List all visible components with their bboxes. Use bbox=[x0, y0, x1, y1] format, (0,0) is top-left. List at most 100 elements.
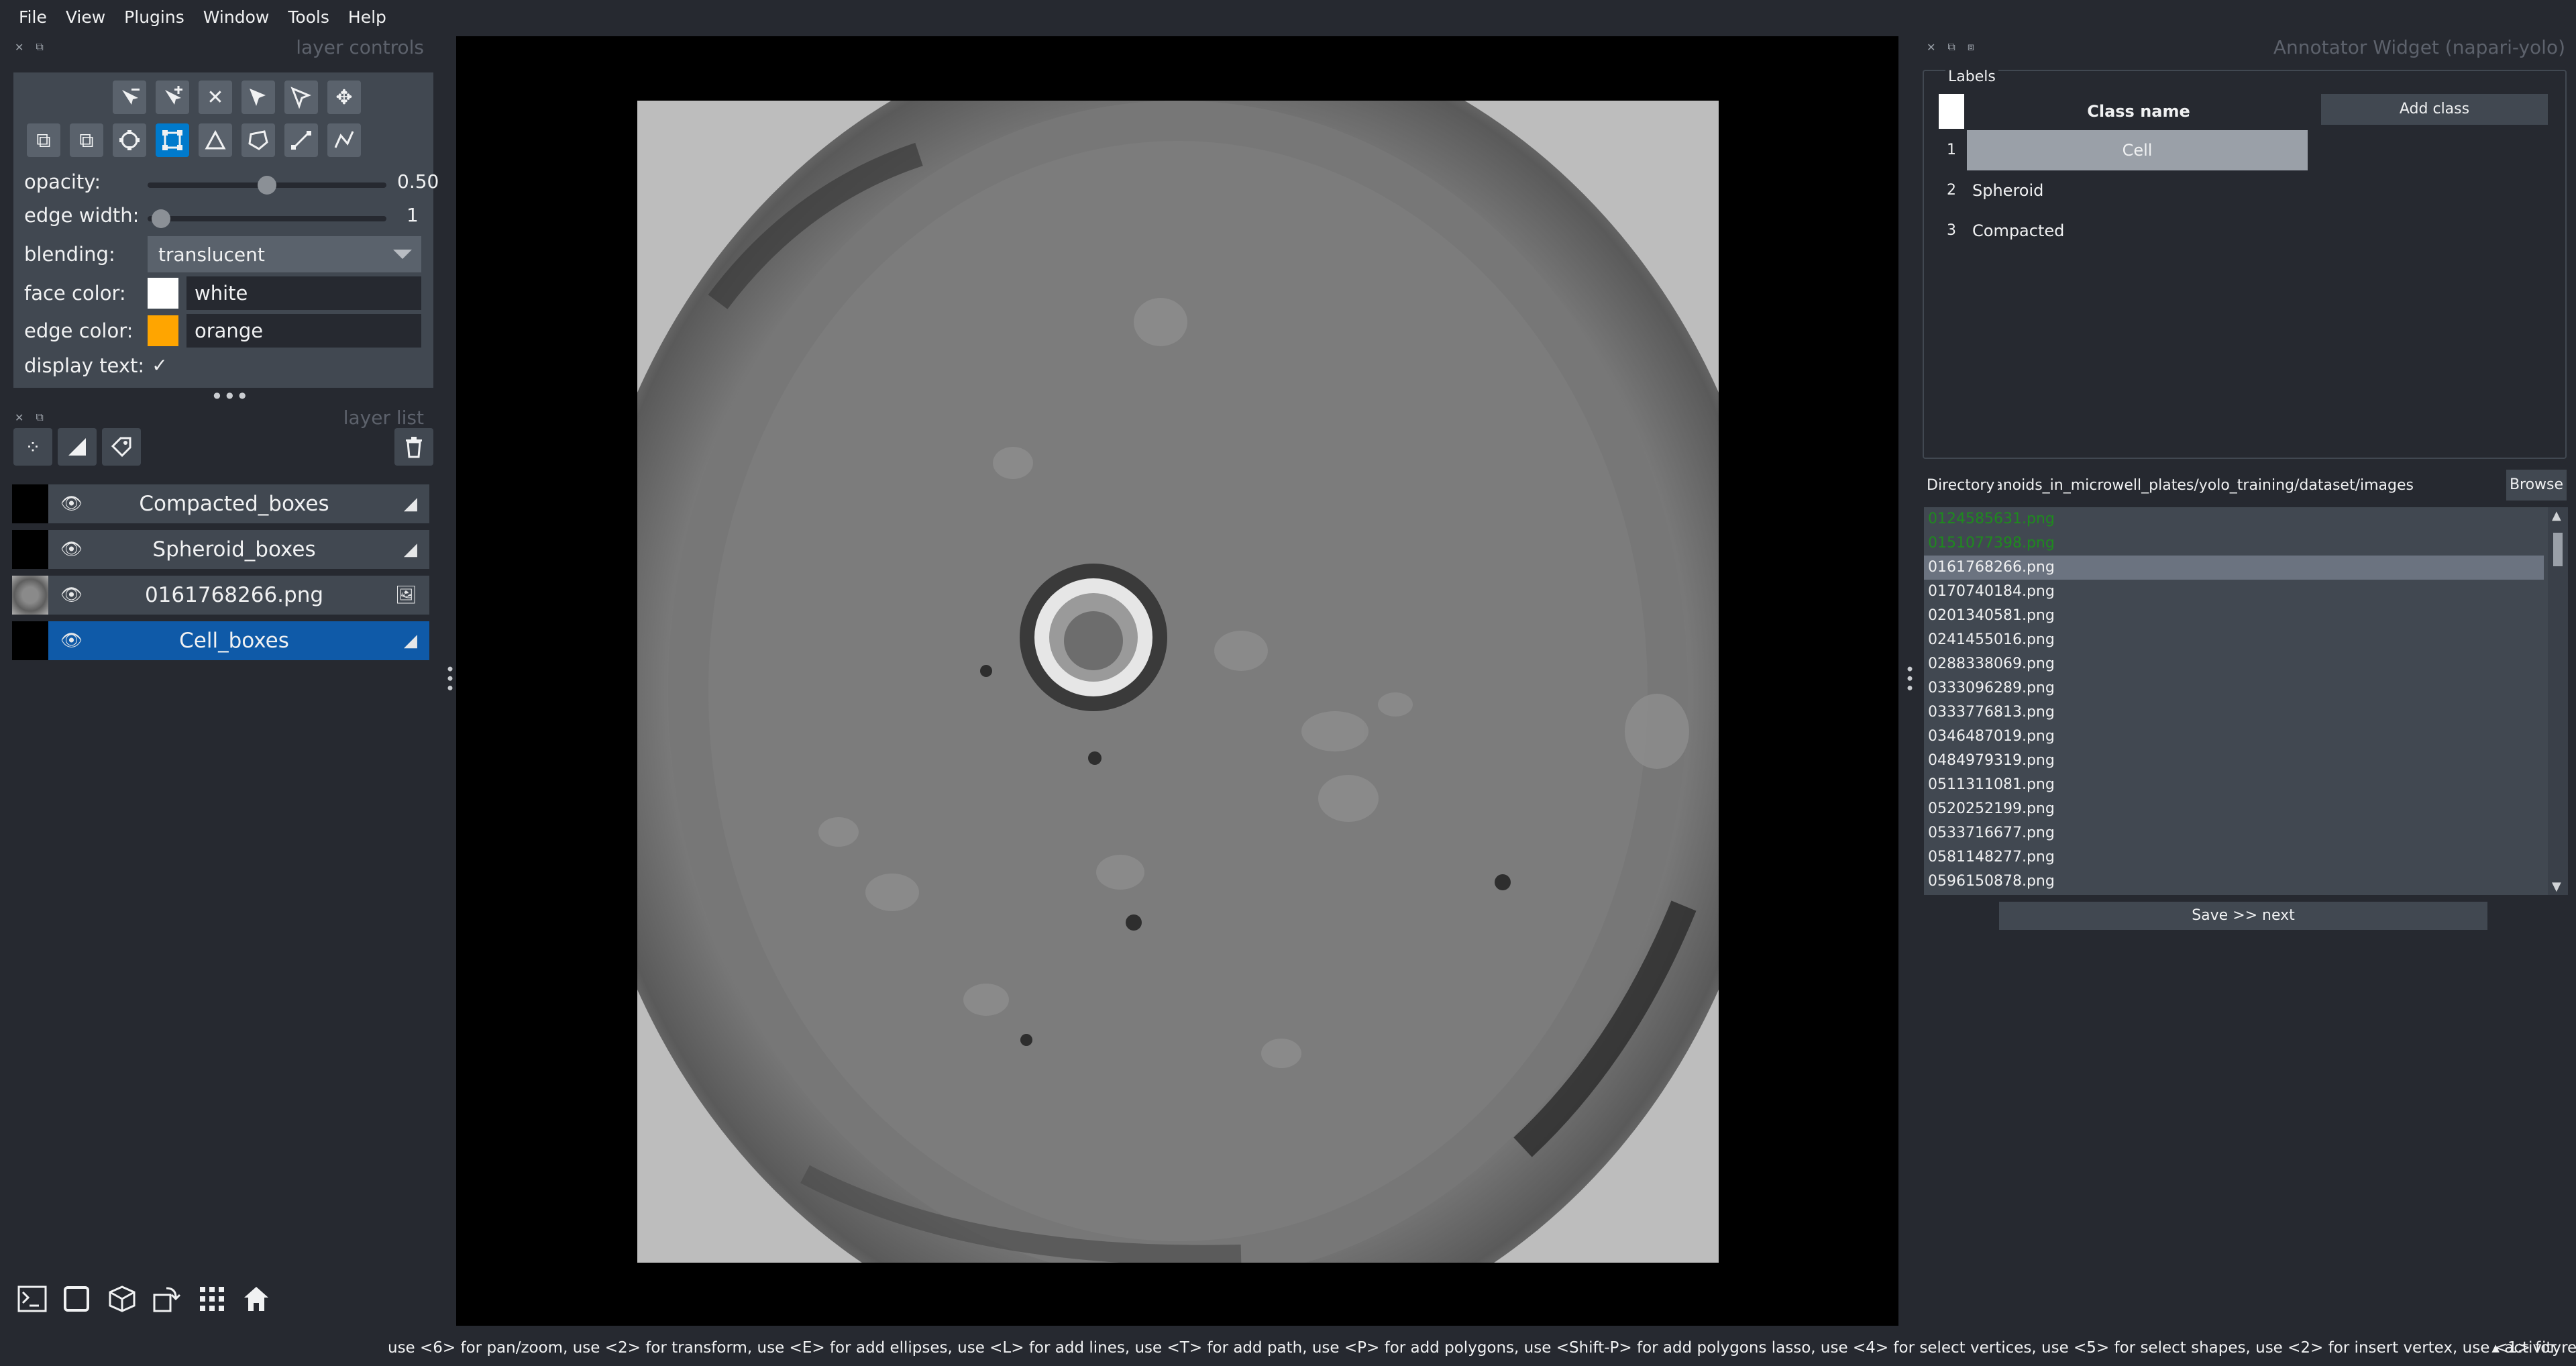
visibility-eye-icon[interactable]: 👁 bbox=[60, 539, 83, 560]
add-path-icon[interactable] bbox=[327, 123, 361, 157]
new-shapes-layer-icon[interactable] bbox=[58, 428, 97, 466]
add-ellipse-icon[interactable] bbox=[113, 123, 146, 157]
delete-layer-icon[interactable] bbox=[394, 428, 433, 466]
file-item[interactable]: 0511311081.png bbox=[1924, 773, 2544, 797]
add-triangle-icon[interactable] bbox=[199, 123, 232, 157]
file-item[interactable]: 0151077398.png bbox=[1924, 531, 2544, 556]
blending-value: translucent bbox=[158, 243, 265, 266]
blending-label: blending: bbox=[24, 243, 115, 266]
browse-button[interactable]: Browse bbox=[2506, 470, 2567, 501]
right-splitter-handle-icon[interactable]: ••• bbox=[1900, 664, 1919, 692]
direct-select-icon[interactable] bbox=[284, 81, 318, 114]
file-item[interactable]: 0596150878.png bbox=[1924, 870, 2544, 894]
right-dock: ✕ ⧉ ⧈ Annotator Widget (napari-yolo) Lab… bbox=[1919, 35, 2576, 1323]
file-item[interactable]: 0170740184.png bbox=[1924, 580, 2544, 604]
edge-color-field[interactable]: orange bbox=[186, 314, 421, 348]
class-cell-cell[interactable]: Cell bbox=[1967, 130, 2308, 170]
file-list[interactable]: 0124585631.png 0151077398.png 0161768266… bbox=[1924, 507, 2568, 895]
directory-path-field[interactable]: projects/121_organoids_in_microwell_plat… bbox=[1998, 472, 2414, 499]
visibility-eye-icon[interactable]: 👁 bbox=[60, 631, 83, 651]
menu-tools[interactable]: Tools bbox=[278, 0, 339, 35]
dock-float-icon[interactable]: ⧉ bbox=[36, 411, 43, 424]
display-text-checkbox[interactable]: ✓ bbox=[148, 353, 172, 377]
dock-pin-icon[interactable]: ⧈ bbox=[1968, 40, 1974, 54]
file-item[interactable]: 0581148277.png bbox=[1924, 845, 2544, 870]
dock-close-icon[interactable]: ✕ bbox=[15, 411, 23, 424]
file-item[interactable]: 0124585631.png bbox=[1924, 507, 2544, 531]
edge-width-value: 1 bbox=[407, 204, 419, 226]
grid-view-icon[interactable] bbox=[193, 1280, 231, 1318]
scrollbar-thumb[interactable] bbox=[2553, 533, 2563, 566]
menu-view[interactable]: View bbox=[56, 0, 115, 35]
file-item[interactable]: 0484979319.png bbox=[1924, 749, 2544, 773]
blending-select[interactable]: translucent bbox=[148, 236, 421, 272]
menu-plugins[interactable]: Plugins bbox=[115, 0, 194, 35]
menu-help[interactable]: Help bbox=[339, 0, 396, 35]
file-item[interactable]: 0520252199.png bbox=[1924, 797, 2544, 821]
table-corner[interactable] bbox=[1939, 94, 1964, 129]
layer-thumbnail bbox=[12, 484, 48, 523]
scroll-up-icon[interactable]: ▲ bbox=[2552, 509, 2561, 523]
activity-label: activity bbox=[2504, 1339, 2561, 1357]
visibility-eye-icon[interactable]: 👁 bbox=[60, 585, 83, 605]
add-line-icon[interactable] bbox=[284, 123, 318, 157]
table-header-class-name[interactable]: Class name bbox=[1966, 94, 2312, 129]
add-polygon-icon[interactable] bbox=[241, 123, 275, 157]
move-back-icon[interactable]: ⧉ bbox=[27, 123, 60, 157]
move-front-icon[interactable]: ⧉ bbox=[70, 123, 103, 157]
pan-zoom-icon[interactable]: ✥ bbox=[327, 81, 361, 114]
menu-window[interactable]: Window bbox=[194, 0, 279, 35]
edge-width-slider-handle[interactable] bbox=[152, 209, 170, 228]
face-color-field[interactable]: white bbox=[186, 276, 421, 310]
add-class-button[interactable]: Add class bbox=[2321, 94, 2548, 125]
scroll-down-icon[interactable]: ▼ bbox=[2552, 880, 2561, 894]
layer-row-spheroid-boxes[interactable]: 👁 Spheroid_boxes ◢ bbox=[12, 530, 429, 569]
visibility-eye-icon[interactable]: 👁 bbox=[60, 494, 83, 514]
layer-row-image[interactable]: 👁 0161768266.png 🖼 bbox=[12, 576, 429, 615]
insert-vertex-icon[interactable] bbox=[156, 81, 189, 114]
row-number[interactable]: 2 bbox=[1939, 170, 1964, 211]
menu-file[interactable]: File bbox=[9, 0, 56, 35]
roll-dims-icon[interactable] bbox=[103, 1280, 141, 1318]
activity-button[interactable]: ▴ activity bbox=[2491, 1330, 2561, 1366]
status-bar: use <6> for pan/zoom, use <2> for transf… bbox=[0, 1330, 2576, 1366]
face-color-swatch[interactable] bbox=[148, 278, 178, 309]
layer-row-cell-boxes[interactable]: 👁 Cell_boxes ◢ bbox=[12, 621, 429, 660]
delete-shape-icon[interactable]: ✕ bbox=[199, 81, 232, 114]
row-number[interactable]: 3 bbox=[1939, 211, 1964, 251]
new-labels-layer-icon[interactable] bbox=[102, 428, 141, 466]
file-item[interactable]: 0346487019.png bbox=[1924, 725, 2544, 749]
file-list-scrollbar[interactable]: ▲ ▼ bbox=[2548, 507, 2568, 895]
save-next-button[interactable]: Save >> next bbox=[1999, 902, 2487, 930]
edge-width-slider[interactable] bbox=[148, 216, 386, 221]
viewer-canvas[interactable] bbox=[456, 36, 1898, 1326]
home-icon[interactable] bbox=[237, 1280, 275, 1318]
file-item[interactable]: 0288338069.png bbox=[1924, 652, 2544, 676]
opacity-slider-handle[interactable] bbox=[258, 176, 276, 195]
select-shapes-icon[interactable] bbox=[241, 81, 275, 114]
file-item[interactable]: 0201340581.png bbox=[1924, 604, 2544, 628]
dock-float-icon[interactable]: ⧉ bbox=[1947, 40, 1955, 54]
shapes-icon: ◢ bbox=[404, 631, 417, 651]
add-rectangle-icon[interactable] bbox=[156, 123, 189, 157]
ndisplay-toggle-icon[interactable] bbox=[58, 1280, 95, 1318]
new-points-layer-icon[interactable]: ⁘ bbox=[13, 428, 52, 466]
class-cell-compacted[interactable]: Compacted bbox=[1967, 211, 2308, 251]
status-message: use <6> for pan/zoom, use <2> for transf… bbox=[388, 1339, 2576, 1357]
file-item[interactable]: 0333096289.png bbox=[1924, 676, 2544, 700]
class-cell-spheroid[interactable]: Spheroid bbox=[1967, 170, 2308, 211]
file-item[interactable]: 0241455016.png bbox=[1924, 628, 2544, 652]
file-item[interactable]: 0533716677.png bbox=[1924, 821, 2544, 845]
layer-list-titlebar: ✕ ⧉ layer list bbox=[15, 405, 431, 429]
console-icon[interactable] bbox=[13, 1280, 51, 1318]
file-item-current[interactable]: 0161768266.png bbox=[1924, 556, 2544, 580]
remove-vertex-icon[interactable] bbox=[113, 81, 146, 114]
dock-float-icon[interactable]: ⧉ bbox=[36, 40, 43, 54]
file-item[interactable]: 0333776813.png bbox=[1924, 700, 2544, 725]
dock-close-icon[interactable]: ✕ bbox=[1927, 41, 1935, 54]
transpose-icon[interactable] bbox=[148, 1280, 185, 1318]
layer-row-compacted-boxes[interactable]: 👁 Compacted_boxes ◢ bbox=[12, 484, 429, 523]
row-number[interactable]: 1 bbox=[1939, 130, 1964, 170]
dock-close-icon[interactable]: ✕ bbox=[15, 41, 23, 54]
edge-color-swatch[interactable] bbox=[148, 315, 178, 346]
